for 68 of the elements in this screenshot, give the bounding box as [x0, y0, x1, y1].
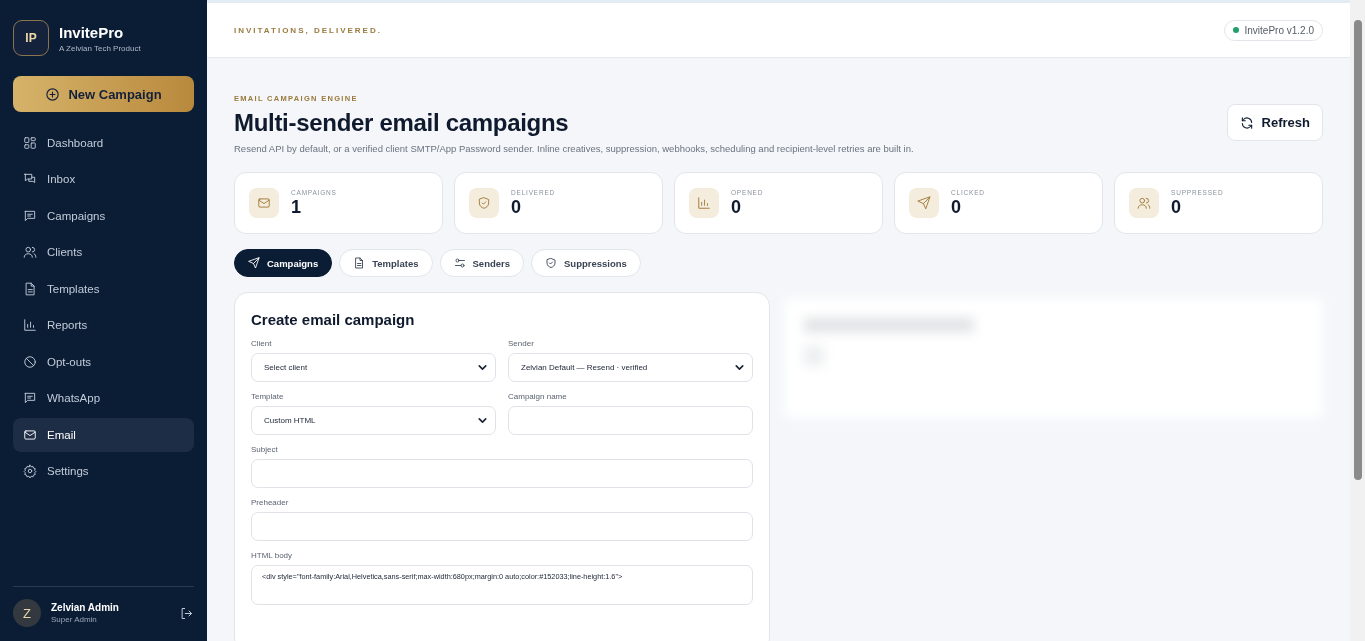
- stat-value: 0: [511, 196, 522, 218]
- new-campaign-button[interactable]: New Campaign: [13, 76, 194, 112]
- app-logo: IP: [13, 20, 49, 56]
- field-label: Preheader: [251, 498, 290, 507]
- tab[interactable]: Senders: [439, 249, 524, 277]
- tab[interactable]: Suppressions: [531, 249, 641, 277]
- users-icon: [23, 245, 37, 260]
- select-field[interactable]: Select client: [251, 353, 496, 382]
- field-label: HTML body: [251, 551, 294, 560]
- stat-value: 0: [951, 196, 962, 218]
- sidebar-item[interactable]: Reports: [13, 308, 194, 342]
- sidebar-item[interactable]: Inbox: [13, 162, 194, 196]
- scrollbar[interactable]: [1350, 0, 1365, 641]
- tab[interactable]: Templates: [339, 249, 433, 277]
- document-icon: [353, 257, 366, 269]
- shield-check-icon: [477, 196, 491, 210]
- user-role: Super Admin: [51, 615, 98, 624]
- paper-plane-icon: [248, 257, 260, 269]
- field-label: Subject: [251, 445, 279, 454]
- header-tagline: INVITATIONS, DELIVERED.: [234, 25, 382, 35]
- grid-icon: [23, 135, 37, 150]
- stat-value: 1: [291, 196, 302, 218]
- blocked-icon: [23, 354, 37, 369]
- refresh-button[interactable]: Refresh: [1226, 104, 1323, 141]
- tab[interactable]: Campaigns: [234, 249, 333, 277]
- sidebar-item[interactable]: Templates: [13, 272, 194, 306]
- bar-chart-icon: [697, 196, 711, 210]
- sidebar-item[interactable]: Campaigns: [13, 199, 194, 233]
- users-icon: [1137, 196, 1151, 210]
- field-label: Campaign name: [508, 392, 568, 401]
- mail-icon: [23, 427, 37, 442]
- logout-button[interactable]: [179, 605, 194, 621]
- sidebar-item[interactable]: Settings: [13, 454, 194, 488]
- refresh-icon: [1239, 115, 1254, 130]
- select-field[interactable]: Custom HTML: [251, 406, 496, 435]
- field-label: Sender: [508, 339, 535, 348]
- sidebar-item[interactable]: WhatsApp: [13, 381, 194, 415]
- input-field[interactable]: [508, 406, 753, 435]
- sliders-icon: [453, 257, 466, 269]
- status-dot: [1232, 27, 1239, 33]
- field-label: Template: [251, 392, 285, 401]
- sidebar-item[interactable]: Dashboard: [13, 126, 194, 160]
- input-field[interactable]: [251, 459, 753, 488]
- page-title: Multi-sender email campaigns: [234, 109, 570, 137]
- input-field[interactable]: [251, 512, 753, 541]
- sidebar-item[interactable]: Clients: [13, 235, 194, 269]
- select-field[interactable]: Zelvian Default — Resend · verified: [508, 353, 753, 382]
- field-label: Client: [251, 339, 273, 348]
- document-icon: [23, 281, 37, 296]
- paper-plane-icon: [917, 196, 931, 210]
- form-title: Create email campaign: [251, 311, 416, 328]
- user-name: Zelvian Admin: [51, 602, 119, 613]
- page-description: Resend API by default, or a verified client SMTP/App Password sender. Inline creatives, suppression, webhooks, scheduling and recipient-level retries are built in.: [234, 143, 914, 154]
- bar-chart-icon: [23, 318, 37, 333]
- sidebar-item[interactable]: Opt-outs: [13, 345, 194, 379]
- sidebar-item[interactable]: Email: [13, 418, 194, 452]
- app-tagline: A Zelvian Tech Product: [59, 43, 141, 53]
- plus-circle-icon: [45, 86, 61, 102]
- message-icon: [23, 208, 37, 223]
- logout-icon: [179, 605, 194, 621]
- shield-check-icon: [545, 257, 557, 269]
- app-name: InvitePro: [59, 23, 125, 41]
- mail-icon: [257, 196, 271, 210]
- settings-icon: [23, 464, 37, 479]
- stat-value: 0: [1171, 196, 1182, 218]
- stat-value: 0: [731, 196, 742, 218]
- message-icon: [23, 391, 37, 406]
- user-avatar: Z: [13, 599, 41, 627]
